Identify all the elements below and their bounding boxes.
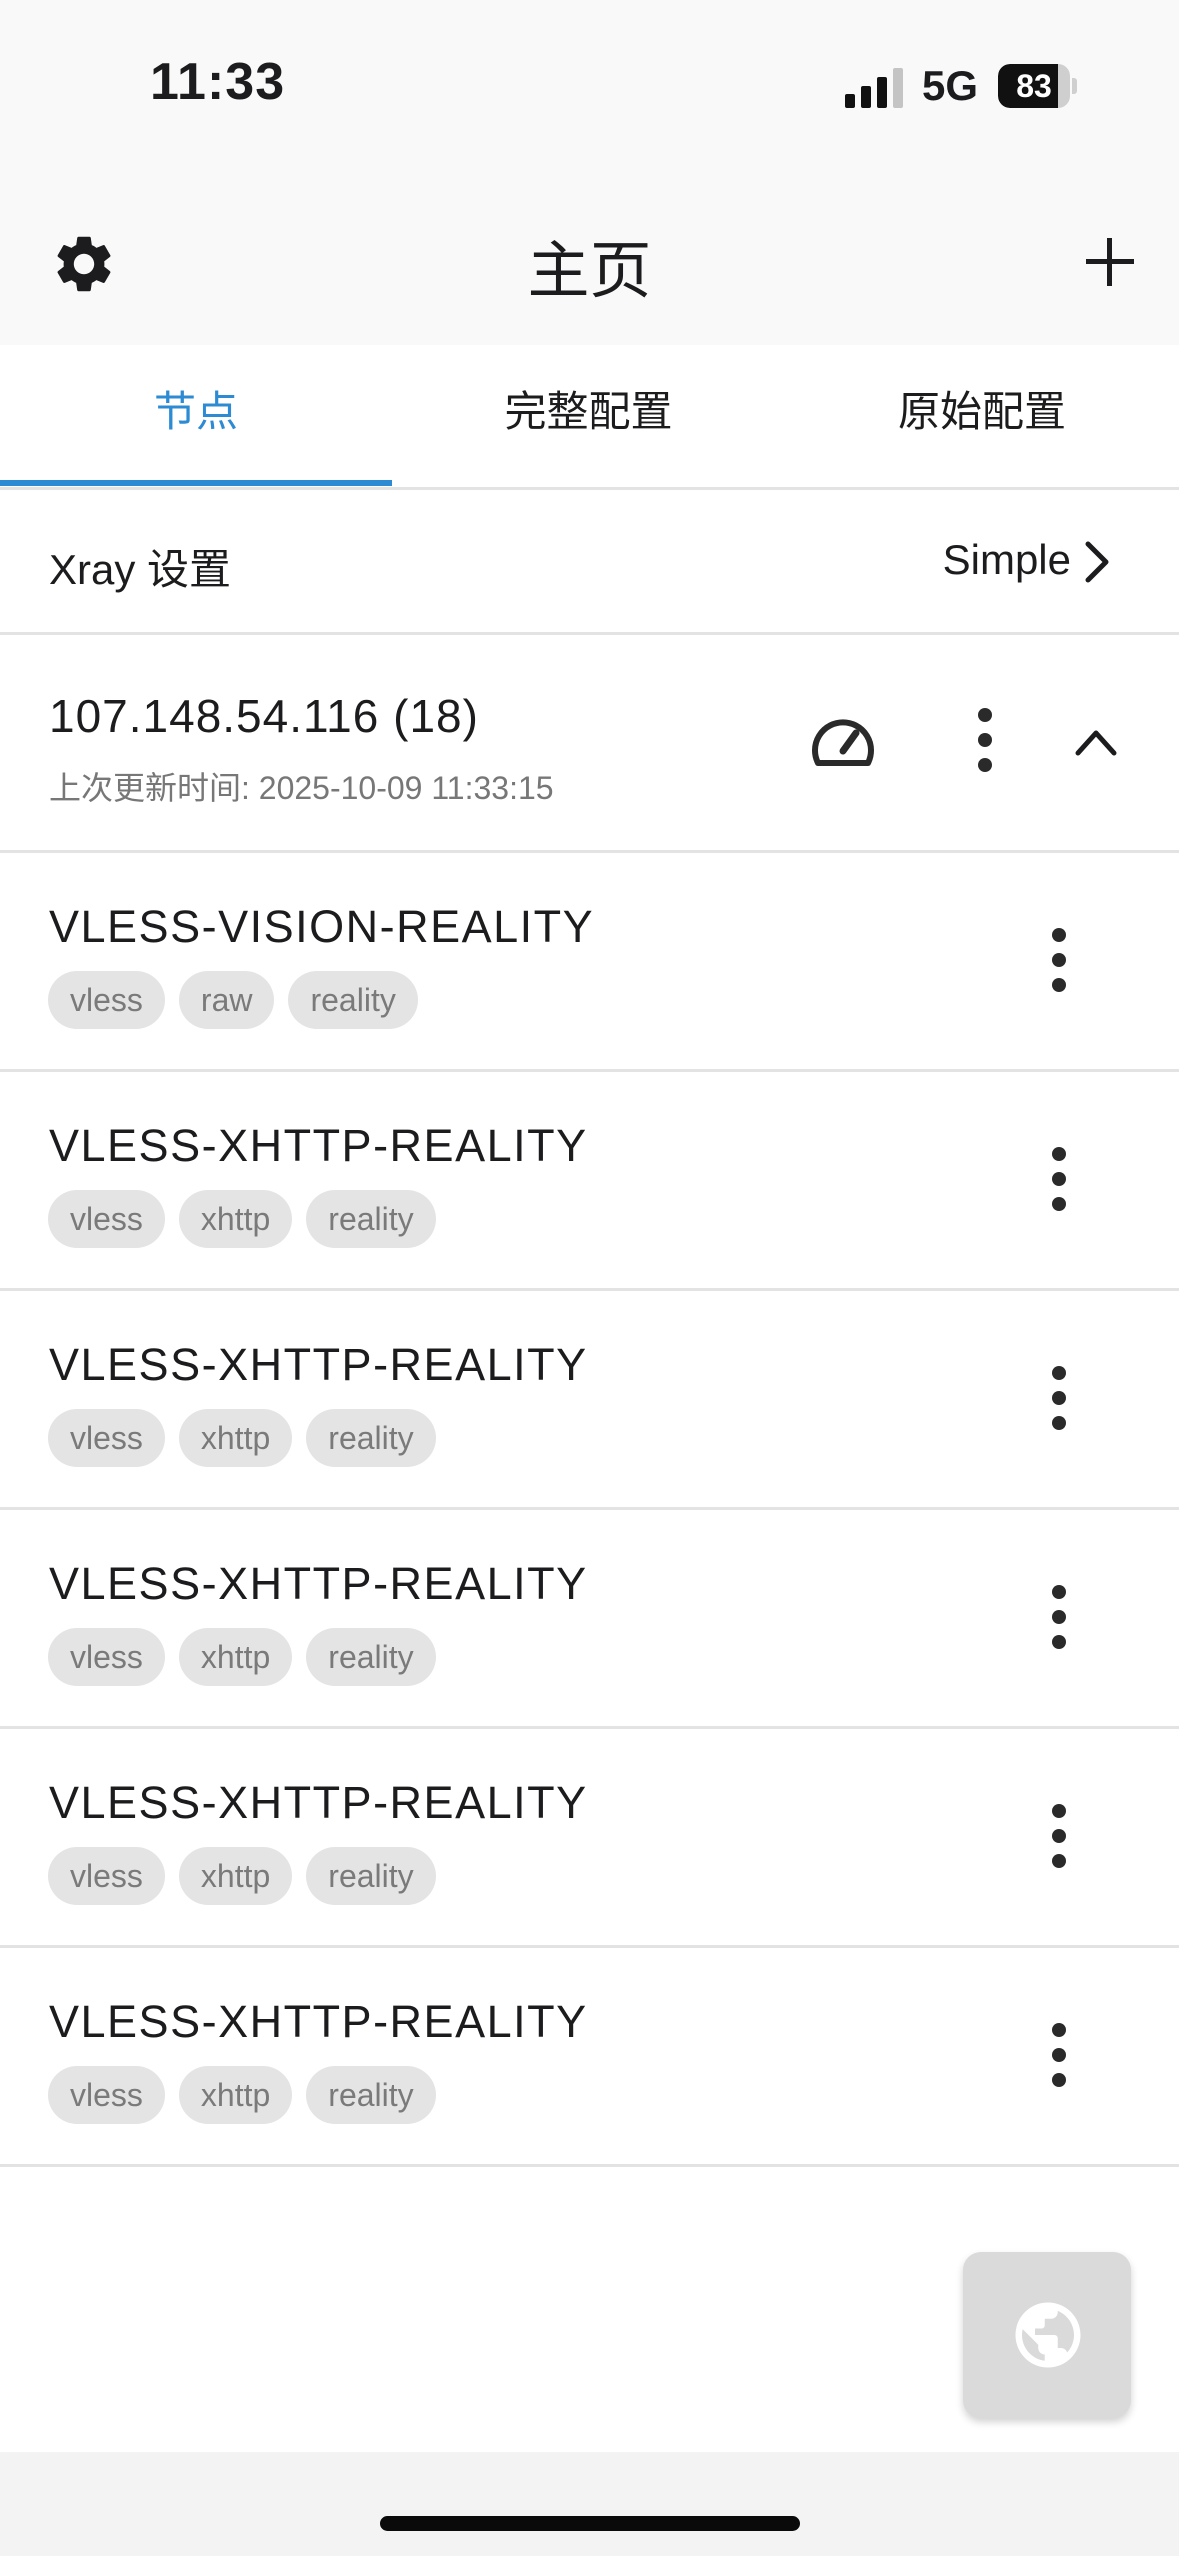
group-updated-time: 上次更新时间: 2025-10-09 11:33:15 bbox=[49, 770, 554, 806]
more-vert-icon[interactable] bbox=[1044, 2020, 1074, 2090]
tab-raw-config[interactable]: 原始配置 bbox=[785, 345, 1179, 487]
xray-settings-value: Simple bbox=[942, 536, 1071, 583]
node-item[interactable]: VLESS-XHTTP-REALITY vless xhttp reality bbox=[0, 1291, 1179, 1510]
app-bar: 主页 bbox=[0, 190, 1179, 345]
cellular-signal-icon bbox=[845, 68, 903, 108]
more-vert-icon[interactable] bbox=[1044, 1144, 1074, 1214]
bottom-safe-area bbox=[0, 2452, 1179, 2556]
speedometer-icon[interactable] bbox=[810, 713, 876, 771]
tag-chip: xhttp bbox=[178, 1409, 293, 1467]
node-item[interactable]: VLESS-XHTTP-REALITY vless xhttp reality bbox=[0, 1072, 1179, 1291]
more-vert-icon[interactable] bbox=[1044, 1363, 1074, 1433]
node-name: VLESS-XHTTP-REALITY bbox=[49, 1120, 588, 1171]
tag-chip: vless bbox=[48, 971, 165, 1029]
group-title: 107.148.54.116 (18) bbox=[49, 690, 479, 742]
tag-chip: reality bbox=[306, 2066, 436, 2124]
more-vert-icon[interactable] bbox=[1044, 1801, 1074, 1871]
page-title: 主页 bbox=[527, 237, 652, 306]
node-name: VLESS-XHTTP-REALITY bbox=[49, 1339, 588, 1390]
xray-settings-label: Xray 设置 bbox=[49, 546, 232, 593]
status-bar: 11:33 5G 83 bbox=[0, 0, 1179, 190]
battery-icon: 83 bbox=[998, 64, 1078, 108]
more-vert-icon[interactable] bbox=[1044, 1582, 1074, 1652]
tag-chip: reality bbox=[306, 1847, 436, 1905]
chevron-right-icon bbox=[1085, 541, 1109, 583]
globe-icon bbox=[1015, 2302, 1081, 2368]
connect-fab-button[interactable] bbox=[963, 2252, 1131, 2418]
tag-chip: raw bbox=[178, 971, 275, 1029]
tag-chip: xhttp bbox=[178, 2066, 293, 2124]
tag-chip: xhttp bbox=[178, 1190, 293, 1248]
node-item[interactable]: VLESS-XHTTP-REALITY vless xhttp reality bbox=[0, 1729, 1179, 1948]
node-item[interactable]: VLESS-XHTTP-REALITY vless xhttp reality bbox=[0, 1948, 1179, 2167]
tag-chip: vless bbox=[48, 2066, 165, 2124]
tag-chip: xhttp bbox=[178, 1847, 293, 1905]
node-item[interactable]: VLESS-XHTTP-REALITY vless xhttp reality bbox=[0, 1510, 1179, 1729]
xray-settings-row[interactable]: Xray 设置 Simple bbox=[0, 490, 1179, 635]
more-vert-icon[interactable] bbox=[1044, 925, 1074, 995]
tag-chip: vless bbox=[48, 1409, 165, 1467]
tag-chip: vless bbox=[48, 1847, 165, 1905]
tab-bar: 节点 完整配置 原始配置 bbox=[0, 345, 1179, 490]
node-name: VLESS-VISION-REALITY bbox=[49, 901, 595, 952]
subscription-group-header[interactable]: 107.148.54.116 (18) 上次更新时间: 2025-10-09 1… bbox=[0, 635, 1179, 853]
plus-icon[interactable] bbox=[1080, 232, 1140, 292]
chevron-up-icon[interactable] bbox=[1072, 723, 1120, 763]
tag-chip: reality bbox=[306, 1190, 436, 1248]
more-vert-icon[interactable] bbox=[970, 705, 1000, 775]
node-name: VLESS-XHTTP-REALITY bbox=[49, 1777, 588, 1828]
network-type: 5G bbox=[922, 62, 979, 109]
tab-full-config[interactable]: 完整配置 bbox=[392, 345, 785, 487]
battery-percent: 83 bbox=[1016, 68, 1052, 104]
tag-chip: vless bbox=[48, 1628, 165, 1686]
node-name: VLESS-XHTTP-REALITY bbox=[49, 1558, 588, 1609]
tab-nodes[interactable]: 节点 bbox=[0, 345, 392, 487]
tab-indicator bbox=[0, 480, 392, 486]
tag-chip: reality bbox=[306, 1409, 436, 1467]
node-name: VLESS-XHTTP-REALITY bbox=[49, 1996, 588, 2047]
home-indicator[interactable] bbox=[380, 2516, 800, 2531]
tag-chip: vless bbox=[48, 1190, 165, 1248]
node-item[interactable]: VLESS-VISION-REALITY vless raw reality bbox=[0, 853, 1179, 1072]
status-time: 11:33 bbox=[150, 53, 286, 111]
tag-chip: reality bbox=[288, 971, 418, 1029]
tag-chip: reality bbox=[306, 1628, 436, 1686]
tag-chip: xhttp bbox=[178, 1628, 293, 1686]
